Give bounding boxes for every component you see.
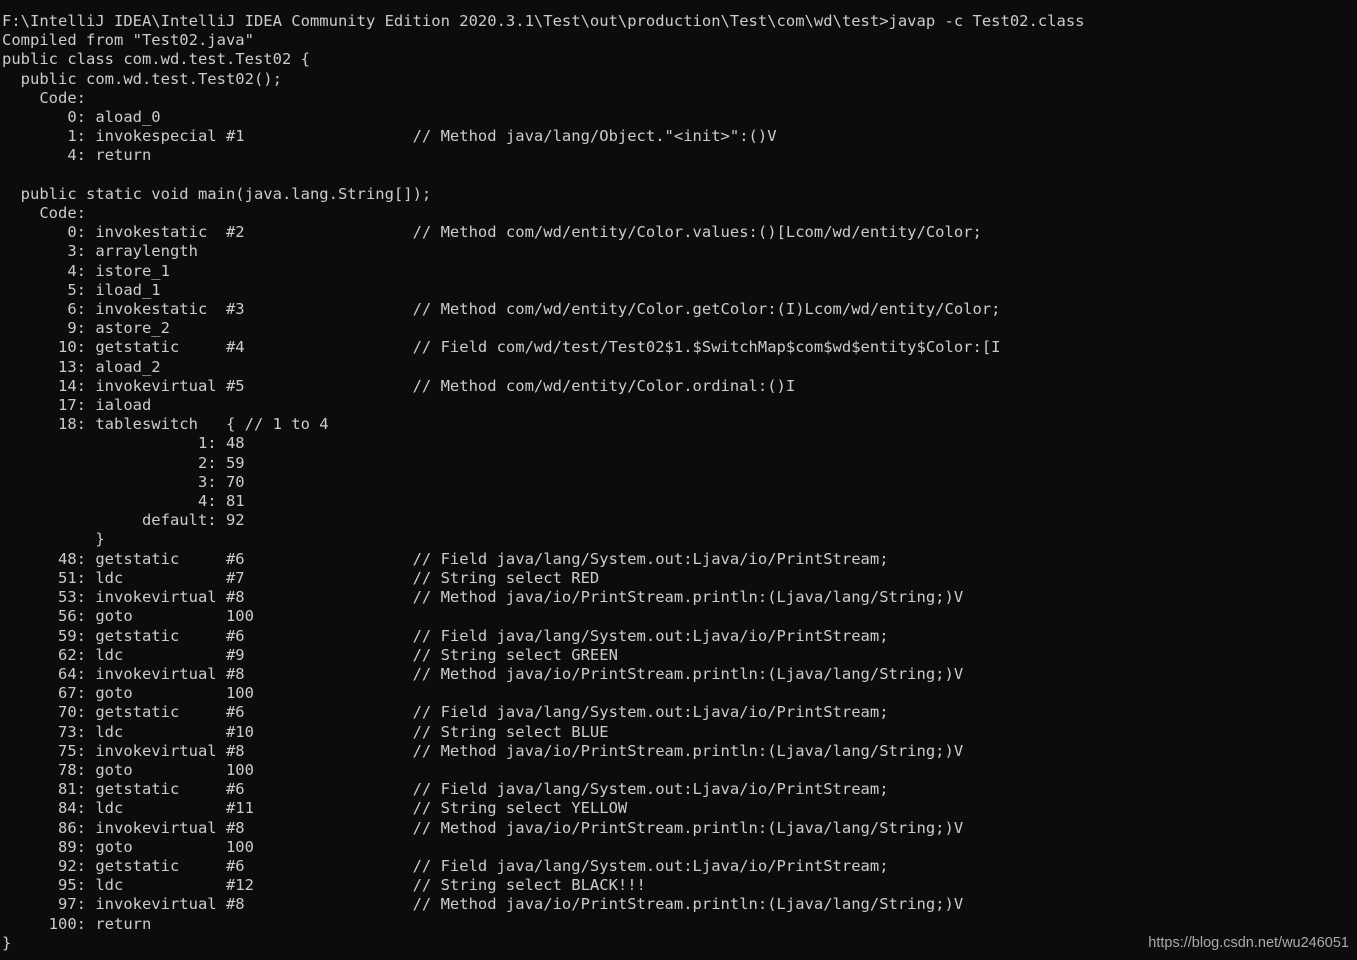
console-output[interactable]: F:\IntelliJ IDEA\IntelliJ IDEA Community… [2,12,1357,953]
terminal-window[interactable]: F:\IntelliJ IDEA\IntelliJ IDEA Community… [0,0,1357,960]
watermark-text: https://blog.csdn.net/wu246051 [1148,935,1349,951]
